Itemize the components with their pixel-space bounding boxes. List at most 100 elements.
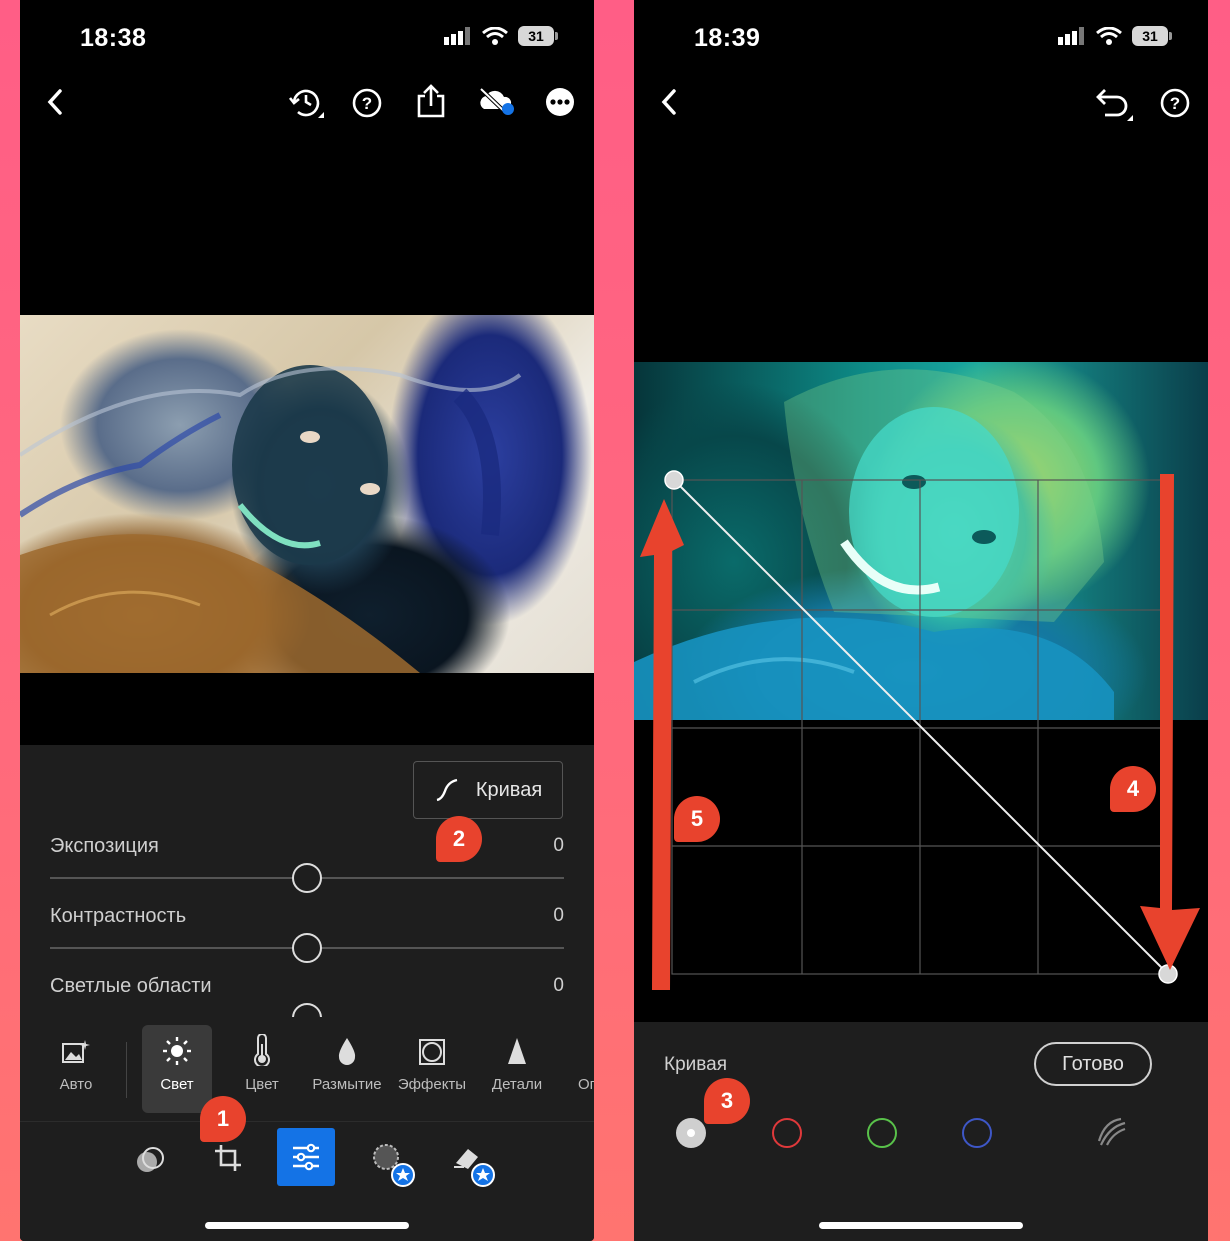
callout-2: 2 xyxy=(436,816,482,862)
channel-rgb[interactable] xyxy=(676,1118,706,1148)
help-button[interactable]: ? xyxy=(1158,86,1192,120)
edit-sliders-icon xyxy=(293,1143,319,1171)
left-phone-screen: 18:38 31 ? Кривая Экспозиция 0 Контрастн… xyxy=(20,0,594,1241)
arrow-up-annotation xyxy=(640,499,684,990)
tool-effects[interactable]: Эффекты xyxy=(392,1020,472,1093)
tool-color[interactable]: Цвет xyxy=(222,1020,302,1093)
help-icon: ? xyxy=(1160,88,1190,118)
channel-selected-dot xyxy=(687,1129,695,1137)
slider-exposure[interactable]: Экспозиция 0 xyxy=(50,835,564,895)
curve-title: Кривая xyxy=(664,1054,727,1075)
chevron-left-icon xyxy=(661,89,676,115)
sun-icon xyxy=(163,1037,191,1065)
thermometer-icon xyxy=(254,1034,270,1066)
wifi-icon xyxy=(482,27,508,45)
slider-knob[interactable] xyxy=(292,1003,322,1017)
tab-healing[interactable] xyxy=(450,1138,498,1190)
slider-contrast[interactable]: Контрастность 0 xyxy=(50,905,564,965)
home-indicator xyxy=(205,1222,409,1229)
slider-value: 0 xyxy=(553,905,564,926)
slider-label: Светлые области xyxy=(50,975,212,997)
home-indicator xyxy=(819,1222,1023,1229)
slider-value: 0 xyxy=(553,975,564,996)
more-button[interactable] xyxy=(544,86,576,118)
vignette-icon xyxy=(419,1039,445,1065)
svg-text:?: ? xyxy=(1170,94,1180,113)
channel-blue[interactable] xyxy=(962,1118,992,1148)
wifi-icon xyxy=(1096,27,1122,45)
status-time: 18:38 xyxy=(80,24,147,52)
callout-1: 1 xyxy=(200,1096,246,1142)
tab-crop[interactable] xyxy=(208,1138,248,1178)
slider-value: 0 xyxy=(553,835,564,856)
slider-knob[interactable] xyxy=(292,863,322,893)
battery-icon: 31 xyxy=(518,26,558,46)
channel-green[interactable] xyxy=(867,1118,897,1148)
status-time: 18:39 xyxy=(694,24,761,52)
right-phone-screen: 18:39 31 ? Кривая Готово 3 4 5 xyxy=(634,0,1208,1241)
cloud-sync-icon xyxy=(479,87,514,115)
curve-button-label: Кривая xyxy=(475,778,543,801)
help-button[interactable]: ? xyxy=(350,86,384,120)
tool-optics[interactable]: Оп xyxy=(554,1020,594,1093)
target-adjust-icon xyxy=(1097,1117,1126,1146)
slider-knob[interactable] xyxy=(292,933,322,963)
callout-4: 4 xyxy=(1110,766,1156,812)
history-button[interactable] xyxy=(284,84,328,124)
tool-label: Свет xyxy=(160,1076,194,1093)
status-bar-icons: 31 xyxy=(1058,26,1172,46)
tool-label: Цвет xyxy=(245,1076,279,1093)
curve-line xyxy=(673,479,1169,975)
tool-details[interactable]: Детали xyxy=(477,1020,557,1093)
tab-presets[interactable] xyxy=(130,1140,170,1180)
tools-divider xyxy=(126,1042,127,1098)
adjustments-panel: Кривая Экспозиция 0 Контрастность 0 Свет… xyxy=(20,745,594,1017)
target-adjust-button[interactable] xyxy=(1094,1114,1128,1148)
back-button[interactable] xyxy=(40,84,70,120)
edited-photo-inverted xyxy=(20,315,594,673)
cloud-sync-button[interactable] xyxy=(476,84,516,118)
tool-label: Авто xyxy=(59,1076,93,1093)
curve-icon xyxy=(436,778,458,802)
tool-light[interactable]: Свет xyxy=(137,1020,217,1093)
auto-photo-icon xyxy=(62,1040,90,1063)
tab-masking[interactable] xyxy=(370,1138,418,1190)
callout-3: 3 xyxy=(704,1078,750,1124)
tool-blur[interactable]: Размытие xyxy=(307,1020,387,1093)
tool-label: Оп xyxy=(578,1076,594,1093)
tab-edit[interactable] xyxy=(277,1128,335,1186)
back-button[interactable] xyxy=(654,84,684,120)
curve-controls-panel: Кривая Готово xyxy=(634,1022,1208,1241)
svg-text:?: ? xyxy=(362,94,372,113)
more-icon xyxy=(546,88,574,116)
share-icon xyxy=(417,84,445,118)
healing-icon xyxy=(454,1149,495,1187)
tool-auto[interactable]: Авто xyxy=(36,1020,116,1093)
channel-red[interactable] xyxy=(772,1118,802,1148)
curve-button[interactable]: Кривая xyxy=(413,761,563,819)
slider-highlights[interactable]: Светлые области 0 xyxy=(50,975,564,1017)
arrow-down-annotation xyxy=(1140,474,1200,970)
masking-icon xyxy=(373,1144,415,1187)
done-button[interactable]: Готово xyxy=(1034,1042,1152,1086)
photo-details xyxy=(20,365,522,673)
triangle-icon xyxy=(508,1038,526,1064)
signal-icon xyxy=(444,27,470,45)
crop-icon xyxy=(215,1145,241,1171)
status-bar-icons: 31 xyxy=(444,26,558,46)
tool-label: Детали xyxy=(491,1076,543,1093)
undo-icon xyxy=(1096,89,1133,121)
battery-icon: 31 xyxy=(1132,26,1172,46)
signal-icon xyxy=(1058,27,1084,45)
slider-label: Экспозиция xyxy=(50,835,159,857)
history-icon xyxy=(288,89,324,118)
presets-icon xyxy=(137,1147,164,1172)
drop-icon xyxy=(338,1038,356,1065)
chevron-left-icon xyxy=(47,89,62,115)
tool-label: Эффекты xyxy=(397,1076,467,1093)
help-icon: ? xyxy=(352,88,382,118)
callout-5: 5 xyxy=(674,796,720,842)
slider-label: Контрастность xyxy=(50,905,187,927)
share-button[interactable] xyxy=(414,82,448,120)
undo-button[interactable] xyxy=(1092,84,1136,126)
